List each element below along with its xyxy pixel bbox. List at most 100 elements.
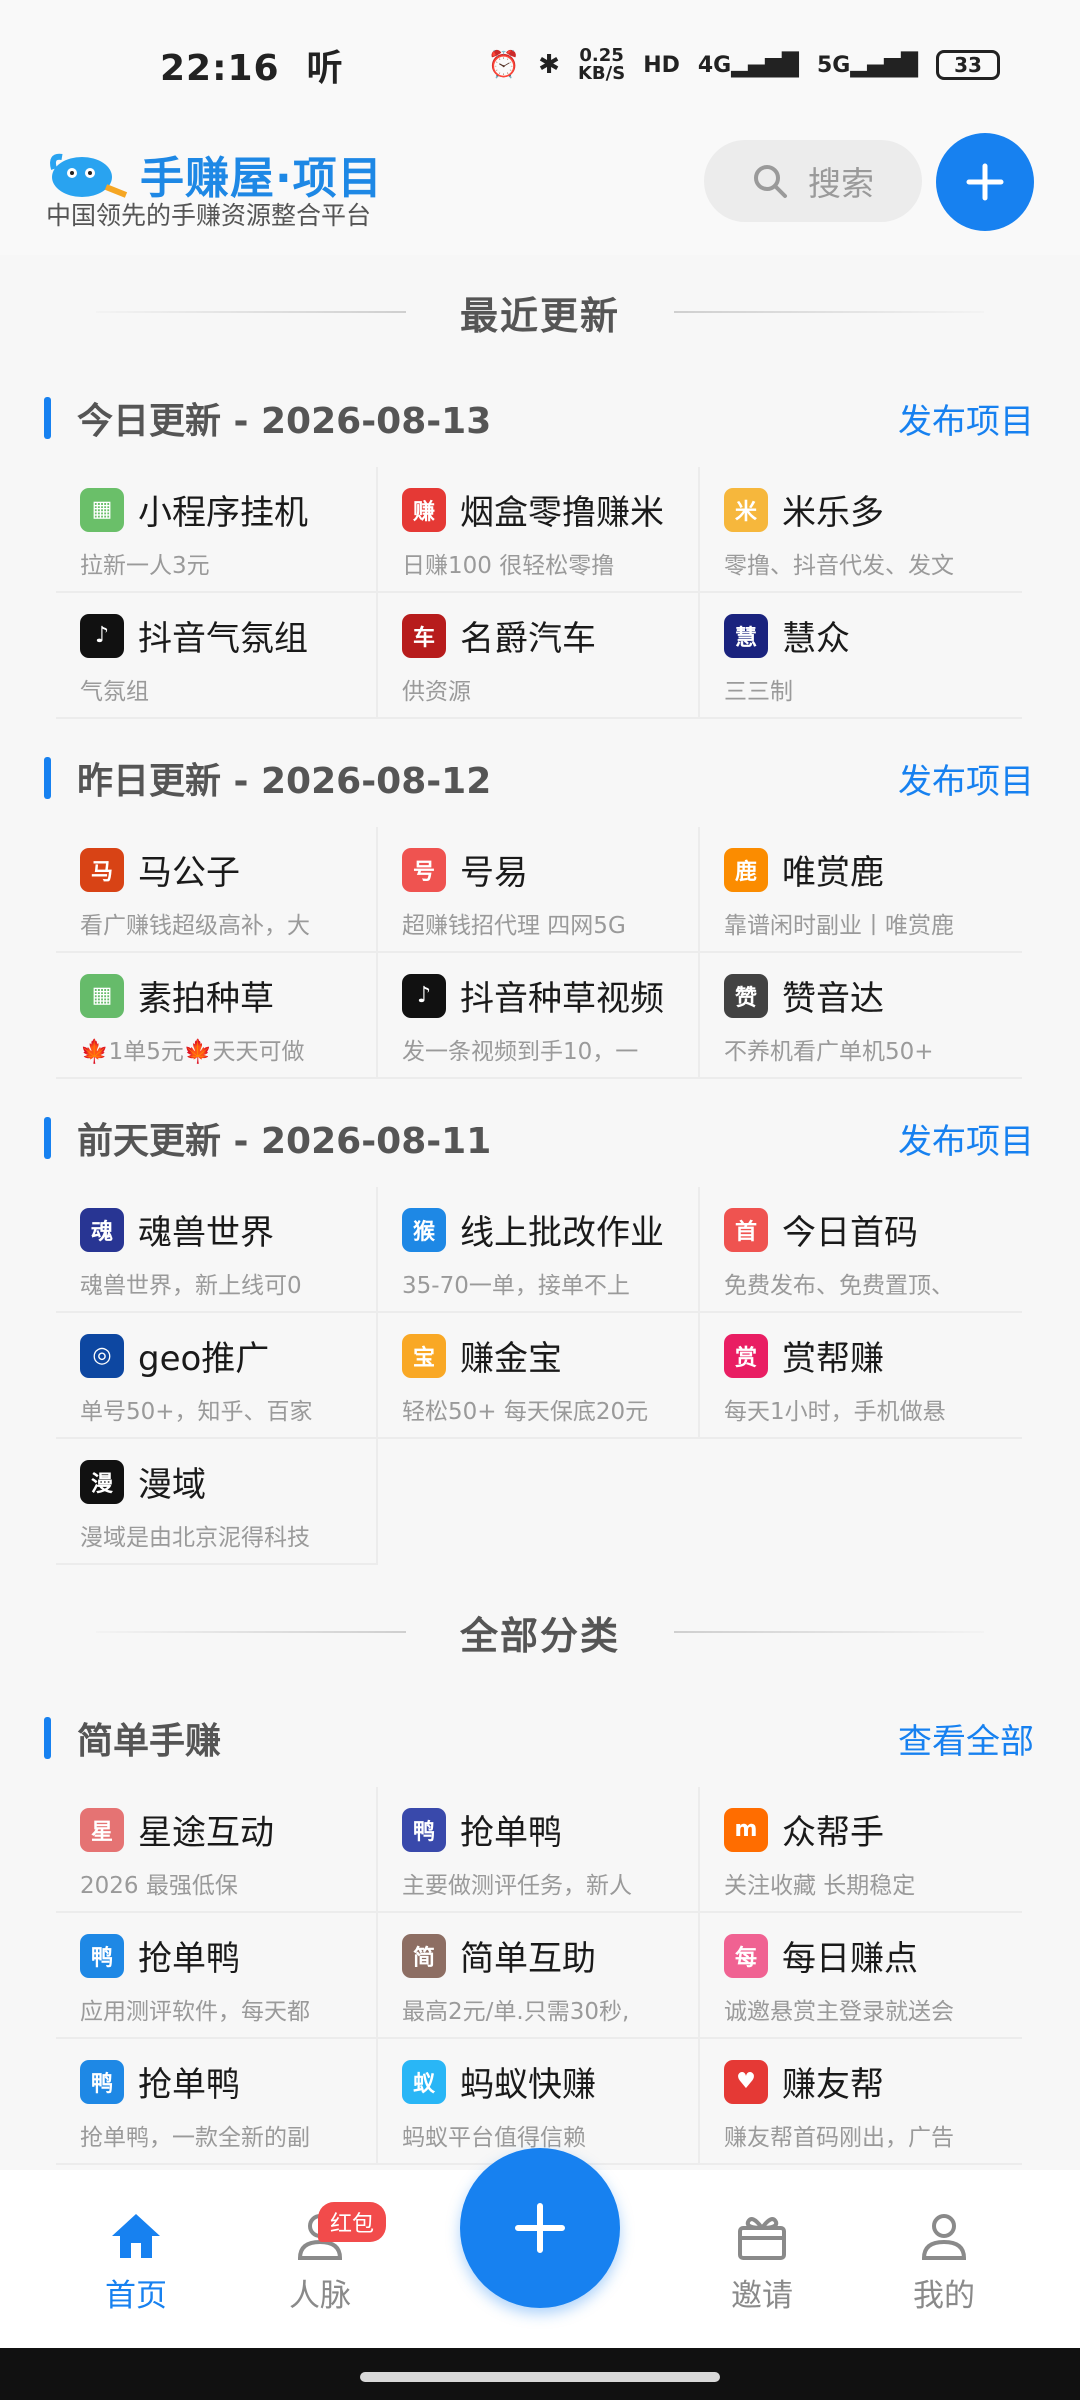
publish-project-link[interactable]: 发布项目 (898, 1114, 1034, 1163)
home-indicator[interactable] (360, 2372, 720, 2382)
project-item[interactable]: 赞 赞音达 不养机看广单机50+ (700, 953, 1022, 1079)
project-name: 慧众 (782, 619, 850, 659)
project-name: 赞音达 (782, 979, 884, 1019)
view-all-link[interactable]: 查看全部 (898, 1714, 1034, 1763)
project-item[interactable]: 赚 烟盒零撸赚米 日赚100 很轻松零撸 (378, 467, 700, 593)
project-item[interactable]: 猴 线上批改作业 35-70一单，接单不上 (378, 1187, 700, 1313)
project-icon: 赚 (402, 487, 446, 532)
project-icon: 宝 (402, 1333, 446, 1378)
project-item[interactable]: 鸭 抢单鸭 抢单鸭，一款全新的副 (56, 2039, 378, 2165)
search-box[interactable]: 搜索 (704, 140, 922, 222)
project-desc: 看广赚钱超级高补，大 (80, 913, 310, 939)
project-desc: 日赚100 很轻松零撸 (402, 553, 615, 579)
project-item[interactable]: 号 号易 超赚钱招代理 四网5G (378, 827, 700, 953)
main-content[interactable]: 最近更新 今日更新 - 2026-08-13 发布项目 ▦ 小程序挂机 拉新一人… (0, 255, 1080, 2175)
project-item[interactable]: 宝 赚金宝 轻松50+ 每天保底20元 (378, 1313, 700, 1439)
project-item[interactable]: 车 名爵汽车 供资源 (378, 593, 700, 719)
project-desc: 🍁1单5元🍁天天可做 (80, 1039, 305, 1065)
add-button[interactable] (936, 133, 1034, 231)
bluetooth-icon: ✱ (538, 50, 560, 80)
nav-home[interactable]: 首页 (76, 2210, 196, 2315)
slogan: 中国领先的手赚资源整合平台 (46, 201, 372, 230)
project-item[interactable]: 赏 赏帮赚 每天1小时，手机做悬 (700, 1313, 1022, 1439)
project-item[interactable]: 每 每日赚点 诚邀悬赏主登录就送会 (700, 1913, 1022, 2039)
project-icon: 首 (724, 1207, 768, 1252)
project-desc: 不养机看广单机50+ (724, 1039, 934, 1065)
project-item[interactable]: ♪ 抖音气氛组 气氛组 (56, 593, 378, 719)
recent-updates-heading: 最近更新 (0, 255, 1080, 369)
project-desc: 每天1小时，手机做悬 (724, 1399, 946, 1425)
project-item[interactable]: 简 简单互助 最高2元/单.只需30秒, (378, 1913, 700, 2039)
project-desc: 魂兽世界，新上线可0 (80, 1273, 302, 1299)
project-item[interactable]: 鸭 抢单鸭 应用测评软件，每天都 (56, 1913, 378, 2039)
project-item[interactable]: 马 马公子 看广赚钱超级高补，大 (56, 827, 378, 953)
project-name: 星途互动 (138, 1813, 274, 1853)
project-item[interactable]: ♪ 抖音种草视频 发一条视频到手10，一 (378, 953, 700, 1079)
publish-fab[interactable] (460, 2148, 620, 2308)
project-icon: ♪ (402, 973, 446, 1018)
section-title: 前天更新 - 2026-08-11 (77, 1121, 492, 1162)
section-title: 昨日更新 - 2026-08-12 (77, 761, 492, 802)
project-icon: 鹿 (724, 847, 768, 892)
project-icon: 米 (724, 487, 768, 532)
project-icon: 漫 (80, 1459, 124, 1504)
project-name: geo推广 (138, 1339, 270, 1379)
project-icon: 马 (80, 847, 124, 892)
project-desc: 免费发布、免费置顶、 (724, 1273, 954, 1299)
project-icon: 鸭 (402, 1807, 446, 1852)
project-grid: 魂 魂兽世界 魂兽世界，新上线可0 猴 线上批改作业 35-70一单，接单不上 … (0, 1187, 1080, 1565)
project-item[interactable]: m 众帮手 关注收藏 长期稳定 (700, 1787, 1022, 1913)
project-item[interactable]: ▦ 小程序挂机 拉新一人3元 (56, 467, 378, 593)
project-desc: 供资源 (402, 679, 471, 705)
project-icon: 蚁 (402, 2059, 446, 2104)
project-desc: 靠谱闲时副业丨唯赏鹿 (724, 913, 954, 939)
project-icon: 赏 (724, 1333, 768, 1378)
project-item[interactable]: 米 米乐多 零撸、抖音代发、发文 (700, 467, 1022, 593)
project-item[interactable]: 慧 慧众 三三制 (700, 593, 1022, 719)
project-desc: 35-70一单，接单不上 (402, 1273, 630, 1299)
project-name: 抢单鸭 (138, 2065, 240, 2105)
project-item[interactable]: 鹿 唯赏鹿 靠谱闲时副业丨唯赏鹿 (700, 827, 1022, 953)
project-item[interactable]: 星 星途互动 2026 最强低保 (56, 1787, 378, 1913)
project-icon: 魂 (80, 1207, 124, 1252)
category-grid: 星 星途互动 2026 最强低保 鸭 抢单鸭 主要做测评任务，新人 m 众帮手 … (0, 1787, 1080, 2165)
publish-project-link[interactable]: 发布项目 (898, 394, 1034, 443)
battery-icon: 33 (936, 50, 1000, 80)
project-item[interactable]: 蚁 蚂蚁快赚 蚂蚁平台值得信赖 (378, 2039, 700, 2165)
project-icon: ♥ (724, 2059, 768, 2104)
project-icon: 号 (402, 847, 446, 892)
publish-project-link[interactable]: 发布项目 (898, 754, 1034, 803)
project-item[interactable]: 魂 魂兽世界 魂兽世界，新上线可0 (56, 1187, 378, 1313)
project-item[interactable]: ♥ 赚友帮 赚友帮首码刚出，广告 (700, 2039, 1022, 2165)
nav-invite[interactable]: 邀请 (702, 2210, 822, 2315)
project-desc: 蚂蚁平台值得信赖 (402, 2125, 586, 2151)
project-desc: 赚友帮首码刚出，广告 (724, 2125, 954, 2151)
project-grid: 马 马公子 看广赚钱超级高补，大 号 号易 超赚钱招代理 四网5G 鹿 唯赏鹿 … (0, 827, 1080, 1079)
project-icon: m (724, 1807, 768, 1852)
project-item[interactable]: 首 今日首码 免费发布、免费置顶、 (700, 1187, 1022, 1313)
project-name: 素拍种草 (138, 979, 274, 1019)
project-name: 抢单鸭 (460, 1813, 562, 1853)
project-item[interactable]: ◎ geo推广 单号50+，知乎、百家 (56, 1313, 378, 1439)
project-name: 米乐多 (782, 493, 884, 533)
project-desc: 超赚钱招代理 四网5G (402, 913, 626, 939)
project-icon: 赞 (724, 973, 768, 1018)
profile-icon (921, 2214, 967, 2260)
project-desc: 漫域是由北京泥得科技 (80, 1525, 310, 1551)
section-header: 今日更新 - 2026-08-13 发布项目 (0, 369, 1080, 467)
project-name: 唯赏鹿 (782, 853, 884, 893)
app-header: 手赚屋·项目 中国领先的手赚资源整合平台 搜索 (0, 130, 1080, 255)
section-title: 今日更新 - 2026-08-13 (77, 401, 492, 442)
project-desc: 最高2元/单.只需30秒, (402, 1999, 630, 2025)
project-item[interactable]: ▦ 素拍种草 🍁1单5元🍁天天可做 (56, 953, 378, 1079)
project-item[interactable]: 鸭 抢单鸭 主要做测评任务，新人 (378, 1787, 700, 1913)
project-name: 魂兽世界 (138, 1213, 274, 1253)
project-desc: 2026 最强低保 (80, 1873, 238, 1899)
project-icon: ◎ (80, 1333, 124, 1378)
section-header: 前天更新 - 2026-08-11 发布项目 (0, 1089, 1080, 1187)
project-item[interactable]: 漫 漫域 漫域是由北京泥得科技 (56, 1439, 378, 1565)
project-icon: ▦ (80, 973, 124, 1018)
project-icon: 猴 (402, 1207, 446, 1252)
all-categories-heading: 全部分类 (0, 1575, 1080, 1689)
nav-mine[interactable]: 我的 (884, 2210, 1004, 2315)
